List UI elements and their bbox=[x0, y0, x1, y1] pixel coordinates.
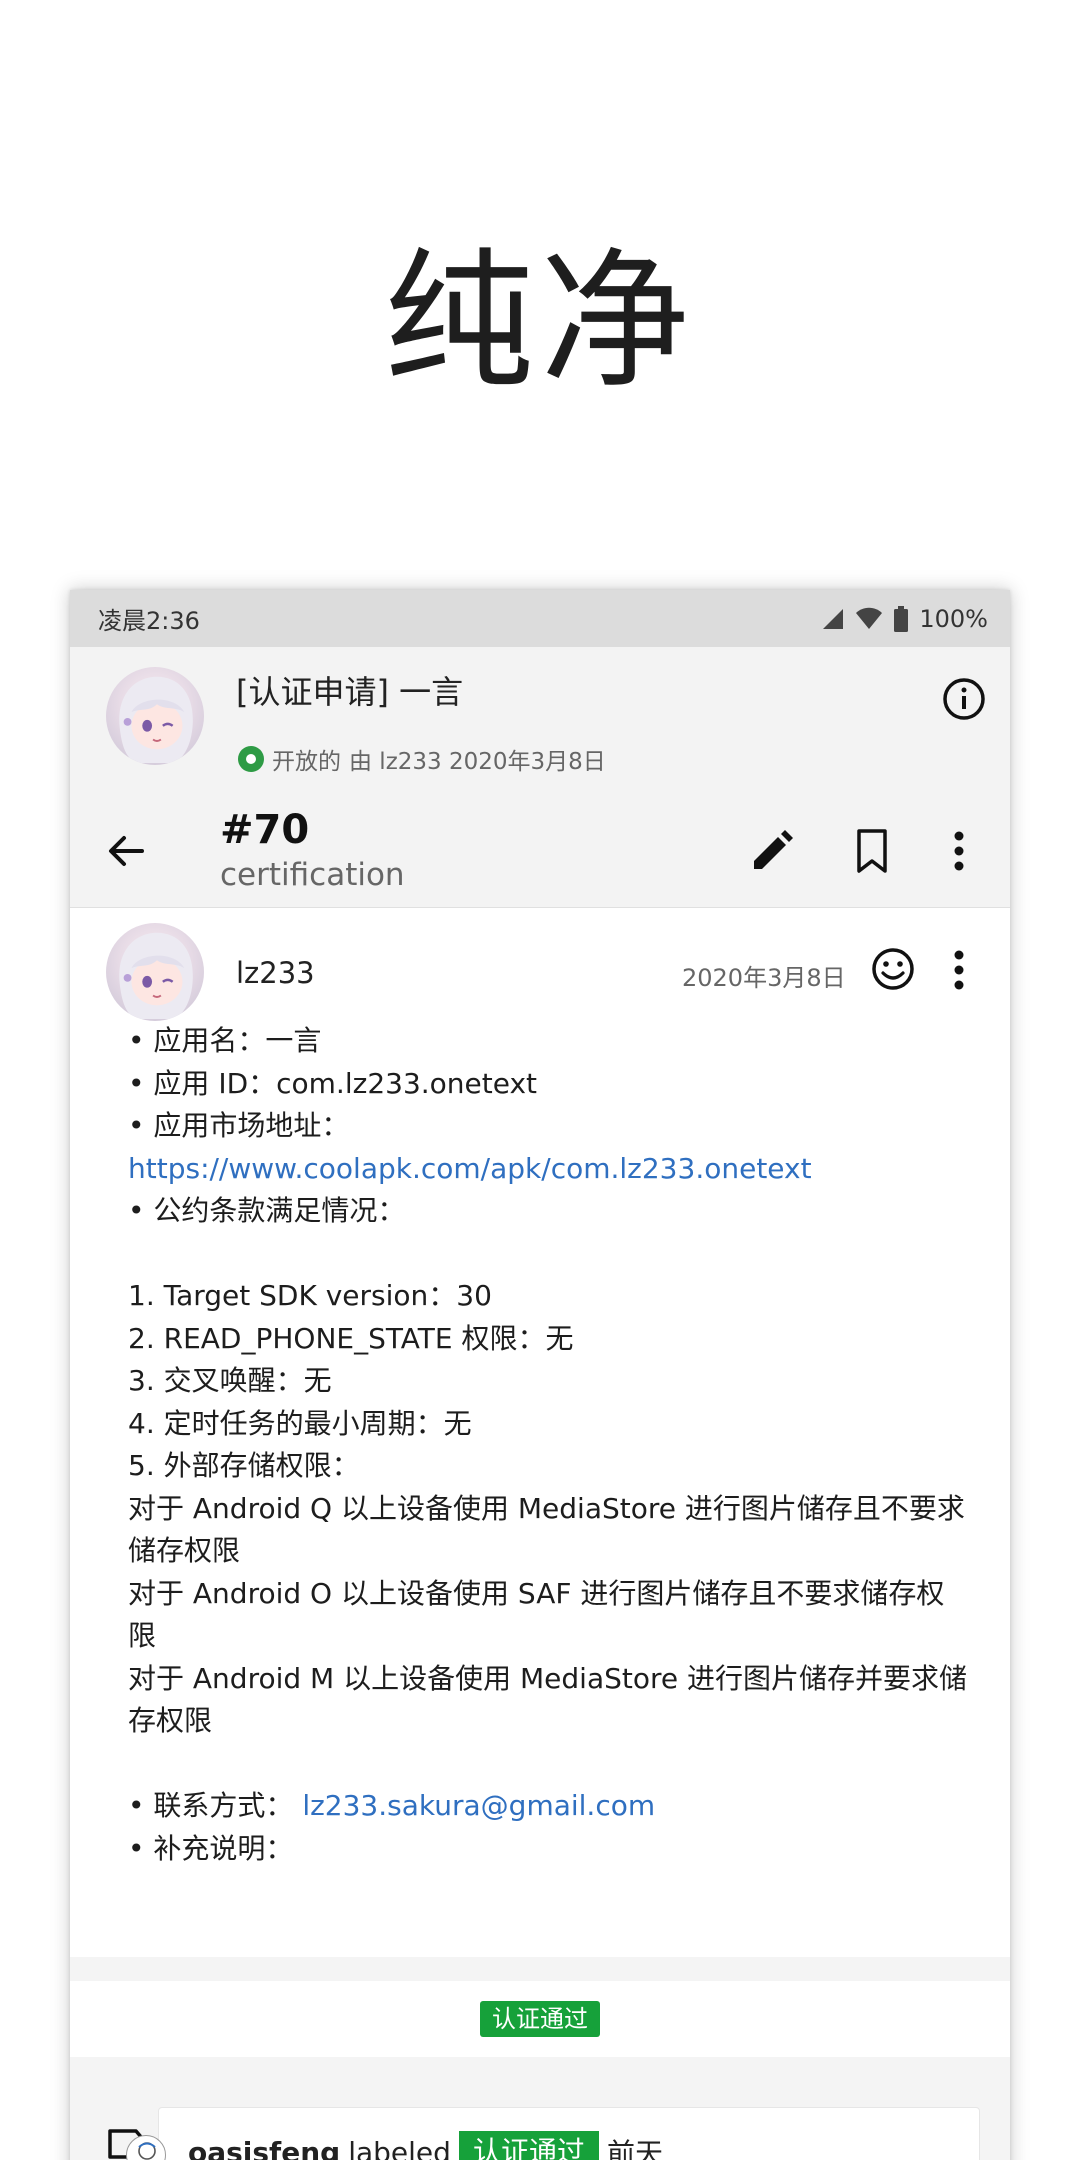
battery-icon bbox=[894, 605, 909, 632]
bookmark-icon[interactable] bbox=[850, 827, 894, 875]
body-line: • 补充说明： bbox=[128, 1831, 294, 1865]
signal-icon bbox=[823, 608, 844, 629]
edit-pencil-icon[interactable] bbox=[750, 829, 794, 873]
more-vert-icon[interactable] bbox=[944, 829, 974, 873]
body-line: 限 bbox=[128, 1619, 157, 1652]
issue-meta: 开放的 由 lz233 2020年3月8日 bbox=[238, 742, 606, 776]
event-time: 前天 bbox=[606, 2137, 663, 2160]
comment-author[interactable]: lz233 bbox=[236, 956, 315, 990]
comment-header: lz233 2020年3月8日 bbox=[70, 908, 1010, 1021]
body-line: 对于 Android O 以上设备使用 SAF 进行图片储存且不要求储存权 bbox=[128, 1576, 945, 1610]
issue-title: [认证申请] 一言 bbox=[236, 673, 464, 711]
label-chip[interactable]: 认证通过 bbox=[480, 2001, 600, 2037]
issue-app-bar: [认证申请] 一言 开放的 由 lz233 2020年3月8日 #70 cert… bbox=[70, 647, 1010, 908]
body-line: 4. 定时任务的最小周期：无 bbox=[128, 1406, 472, 1440]
status-bar: 凌晨2:36 100% bbox=[70, 590, 1010, 647]
body-line: • 应用市场地址： bbox=[128, 1109, 350, 1142]
smiley-icon[interactable] bbox=[870, 946, 916, 992]
issue-nav-row: #70 certification bbox=[70, 797, 1010, 907]
open-status-icon bbox=[238, 746, 264, 772]
timeline-event: oasisfeng labeled 认证通过 前天 bbox=[70, 2087, 1010, 2160]
body-line: 5. 外部存储权限： bbox=[128, 1449, 360, 1482]
comment-author-avatar[interactable] bbox=[106, 923, 204, 1021]
body-line: 存权限 bbox=[128, 1704, 213, 1737]
author-avatar[interactable] bbox=[106, 667, 204, 765]
event-action: labeled bbox=[348, 2135, 451, 2160]
body-blank-line bbox=[128, 1743, 986, 1786]
event-label-chip[interactable]: 认证通过 bbox=[458, 2131, 599, 2160]
body-line: 2. READ_PHONE_STATE 权限：无 bbox=[128, 1321, 574, 1355]
battery-percent: 100% bbox=[919, 604, 988, 633]
comment-labels: 认证通过 bbox=[70, 1981, 1010, 2057]
issue-state: 开放的 bbox=[272, 749, 341, 775]
comment-date: 2020年3月8日 bbox=[682, 964, 846, 992]
body-blank-line bbox=[128, 1233, 986, 1276]
body-line: 1. Target SDK version：30 bbox=[128, 1279, 492, 1312]
status-time: 凌晨2:36 bbox=[98, 607, 200, 635]
body-line: • 公约条款满足情况： bbox=[128, 1194, 406, 1227]
contact-label: • 联系方式： bbox=[128, 1789, 303, 1822]
comment-body: • 应用名：一言 • 应用 ID：com.lz233.onetext • 应用市… bbox=[70, 1020, 1010, 1870]
issue-author-date: 由 lz233 2020年3月8日 bbox=[349, 749, 606, 775]
body-line: • 应用 ID：com.lz233.onetext bbox=[128, 1066, 538, 1100]
status-icons: 100% bbox=[821, 605, 988, 633]
event-user[interactable]: oasisfeng bbox=[188, 2136, 340, 2160]
back-arrow-icon[interactable] bbox=[106, 831, 146, 871]
issue-number: #70 bbox=[220, 807, 310, 853]
body-line: 对于 Android Q 以上设备使用 MediaStore 进行图片储存且不要… bbox=[128, 1491, 965, 1525]
contact-line: • 联系方式： lz233.sakura@gmail.com bbox=[128, 1785, 986, 1828]
timeline-section: 认证通过 oasisfeng labeled 认证通过 前天 bbox=[70, 1957, 1010, 2160]
body-line: 对于 Android M 以上设备使用 MediaStore 进行图片储存并要求… bbox=[128, 1661, 968, 1695]
contact-email-link[interactable]: lz233.sakura@gmail.com bbox=[302, 1789, 655, 1822]
wifi-icon bbox=[856, 607, 883, 629]
phone-screenshot: 凌晨2:36 100% [认证申请] 一言 开放的 由 lz233 2020年3… bbox=[70, 590, 1010, 2160]
repo-label: certification bbox=[220, 857, 405, 893]
body-line: 储存权限 bbox=[128, 1534, 241, 1567]
info-icon[interactable] bbox=[940, 675, 988, 723]
body-line: 3. 交叉唤醒：无 bbox=[128, 1364, 332, 1397]
comment-more-icon[interactable] bbox=[944, 948, 974, 992]
app-market-link[interactable]: https://www.coolapk.com/apk/com.lz233.on… bbox=[128, 1148, 986, 1191]
hero-title: 纯净 bbox=[383, 235, 696, 409]
timeline-event-text: oasisfeng labeled 认证通过 前天 bbox=[188, 2131, 663, 2160]
body-line: • 应用名：一言 bbox=[128, 1024, 322, 1057]
